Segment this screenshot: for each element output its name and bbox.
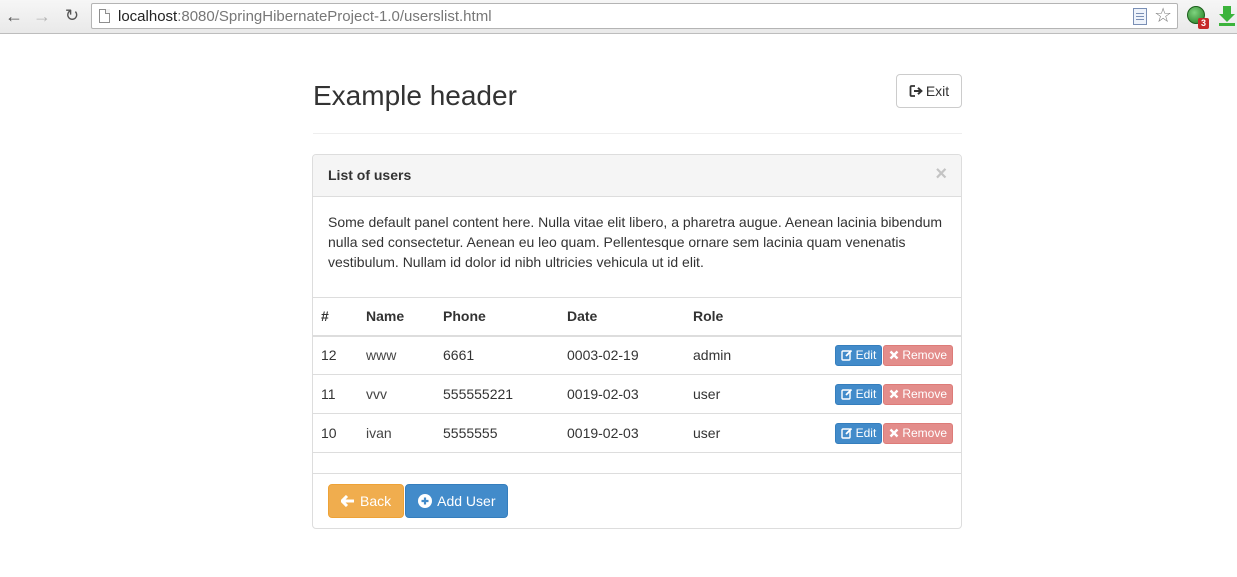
- panel-footer: Back Add User: [328, 484, 509, 518]
- page-icon: [99, 9, 110, 23]
- cell-actions: Edit Remove: [785, 374, 961, 414]
- table-header-row: # Name Phone Date Role: [313, 297, 961, 337]
- remove-label: Remove: [902, 387, 947, 401]
- plus-circle-icon: [418, 494, 433, 508]
- header-role: Role: [685, 297, 785, 337]
- remove-icon: [889, 428, 899, 438]
- exit-button[interactable]: Exit: [896, 74, 962, 108]
- back-arrow-icon[interactable]: ←: [4, 6, 24, 26]
- remove-button[interactable]: Remove: [883, 344, 953, 366]
- remove-label: Remove: [902, 348, 947, 363]
- forward-arrow-icon[interactable]: →: [32, 6, 52, 26]
- cell-actions: Edit Remove: [785, 413, 961, 453]
- sign-out-icon: [909, 85, 923, 97]
- table-row: 10 ivan 5555555 0019-02-03 user Edit Rem…: [313, 413, 961, 453]
- cell-name: ivan: [358, 413, 435, 453]
- remove-button[interactable]: Remove: [883, 383, 953, 405]
- page-action-icon[interactable]: [1133, 8, 1147, 25]
- edit-label: Edit: [855, 348, 877, 363]
- edit-icon: [840, 427, 852, 439]
- cell-phone: 5555555: [435, 413, 559, 453]
- edit-button[interactable]: Edit: [834, 383, 883, 405]
- close-icon[interactable]: ×: [935, 164, 947, 184]
- cell-actions: Edit Remove: [785, 335, 961, 375]
- back-button[interactable]: Back: [328, 484, 405, 518]
- cell-id: 10: [313, 413, 358, 453]
- edit-icon: [840, 350, 852, 361]
- page-title: Example header: [313, 80, 517, 111]
- page-header: Example header Exit: [313, 74, 962, 134]
- edit-button[interactable]: Edit: [834, 344, 883, 366]
- exit-label: Exit: [925, 83, 950, 99]
- table-row: 11 vvv 555555221 0019-02-03 user Edit Re…: [313, 374, 961, 414]
- cell-id: 11: [313, 374, 358, 414]
- download-icon[interactable]: [1219, 6, 1235, 26]
- cell-phone: 555555221: [435, 374, 559, 414]
- edit-label: Edit: [855, 387, 877, 401]
- header-date: Date: [559, 297, 685, 337]
- header-name: Name: [358, 297, 435, 337]
- bookmark-star-icon[interactable]: ☆: [1154, 4, 1172, 28]
- header-id: #: [313, 297, 358, 337]
- url-path: :8080/SpringHibernateProject-1.0/usersli…: [177, 8, 492, 25]
- header-actions: [785, 297, 961, 337]
- panel-heading: List of users ×: [313, 155, 961, 197]
- cell-role: user: [685, 413, 785, 453]
- panel-title: List of users: [328, 167, 412, 183]
- extension-badge: 3: [1198, 18, 1209, 29]
- back-label: Back: [360, 493, 392, 509]
- cell-phone: 6661: [435, 335, 559, 375]
- table-spacer-row: [313, 452, 961, 474]
- cell-role: admin: [685, 335, 785, 375]
- arrow-left-icon: [341, 495, 354, 507]
- cell-date: 0019-02-03: [559, 374, 685, 414]
- add-user-button[interactable]: Add User: [405, 484, 509, 518]
- header-phone: Phone: [435, 297, 559, 337]
- cell-id: 12: [313, 335, 358, 375]
- users-table: # Name Phone Date Role 12 www 6661 0003-…: [313, 297, 961, 474]
- browser-toolbar: ← → ↻ localhost:8080/SpringHibernateProj…: [0, 0, 1237, 34]
- add-user-label: Add User: [437, 493, 496, 509]
- remove-icon: [889, 389, 899, 399]
- cell-date: 0003-02-19: [559, 335, 685, 375]
- edit-label: Edit: [855, 426, 877, 440]
- cell-name: www: [358, 335, 435, 375]
- reload-icon[interactable]: ↻: [62, 6, 82, 26]
- spacer-cell: [313, 452, 961, 474]
- url-host: localhost: [118, 8, 178, 25]
- panel-body-text: Some default panel content here. Nulla v…: [328, 214, 943, 270]
- edit-button[interactable]: Edit: [834, 422, 883, 444]
- cell-date: 0019-02-03: [559, 413, 685, 453]
- edit-icon: [840, 388, 852, 400]
- cell-role: user: [685, 374, 785, 414]
- address-bar[interactable]: localhost:8080/SpringHibernateProject-1.…: [91, 3, 1178, 29]
- remove-icon: [889, 350, 899, 360]
- url-text[interactable]: localhost:8080/SpringHibernateProject-1.…: [118, 8, 492, 25]
- cell-name: vvv: [358, 374, 435, 414]
- remove-label: Remove: [902, 426, 947, 440]
- table-row: 12 www 6661 0003-02-19 admin Edit Remove: [313, 335, 961, 375]
- users-panel: List of users × Some default panel conte…: [312, 154, 962, 529]
- remove-button[interactable]: Remove: [883, 422, 953, 444]
